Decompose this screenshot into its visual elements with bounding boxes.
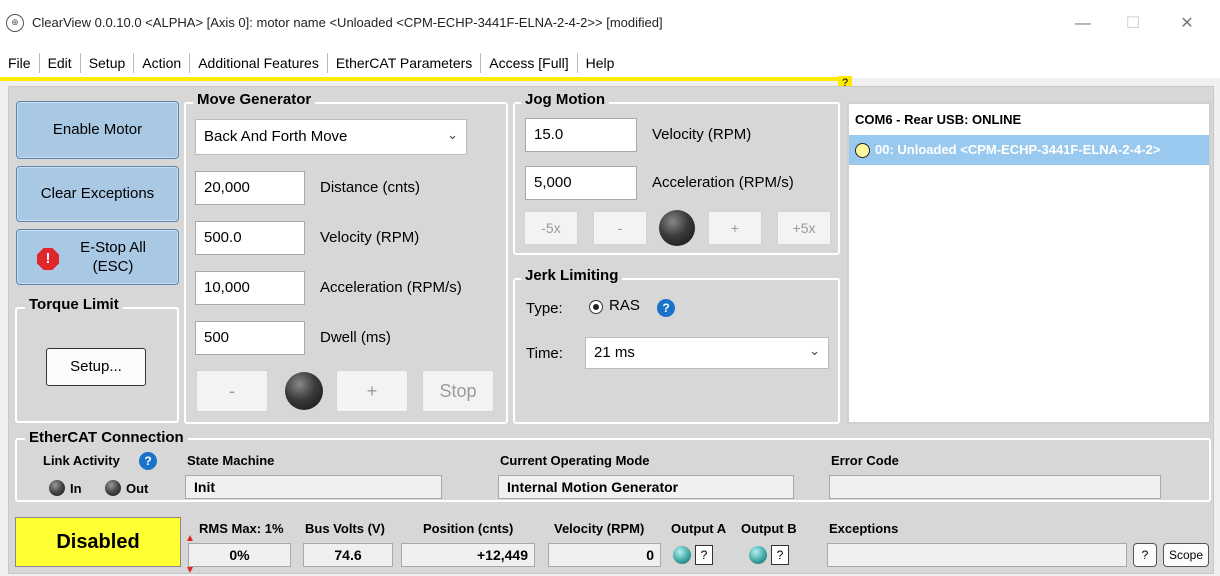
jog-minus-button[interactable]: -: [593, 211, 647, 245]
status-strip: [0, 77, 842, 81]
estop-all-button[interactable]: ! E-Stop All (ESC): [16, 229, 179, 285]
output-b-led-icon: [749, 546, 767, 564]
output-a-help-button[interactable]: ?: [695, 545, 713, 565]
menu-action[interactable]: Action: [134, 53, 191, 73]
jog-plus-button[interactable]: +: [708, 211, 762, 245]
jerk-time-label: Time:: [526, 345, 563, 362]
output-a-label: Output A: [671, 521, 727, 536]
app-logo-icon: ⊕: [6, 14, 24, 32]
jerk-time-value: 21 ms: [594, 344, 635, 361]
error-code-label: Error Code: [831, 453, 899, 468]
node-status-icon: [855, 143, 870, 158]
distance-input[interactable]: 20,000: [195, 171, 305, 205]
ras-radio-label: RAS: [609, 297, 640, 314]
link-out-label: Out: [126, 481, 149, 496]
maximize-icon[interactable]: ☐: [1110, 8, 1156, 40]
tree-node-row[interactable]: 00: Unloaded <CPM-ECHP-3441F-ELNA-2-4-2>: [849, 135, 1209, 165]
jog-velocity-label: Velocity (RPM): [652, 126, 752, 143]
window-title: ClearView 0.0.10.0 <ALPHA> [Axis 0]: mot…: [32, 15, 663, 30]
velocity-label: Velocity (RPM): [320, 229, 420, 246]
link-in-led-icon: [49, 480, 65, 496]
move-status-indicator: [285, 372, 323, 410]
jerk-limiting-title: Jerk Limiting: [521, 267, 623, 284]
jog-plus-5x-button[interactable]: +5x: [777, 211, 831, 245]
link-activity-label: Link Activity: [43, 453, 120, 468]
title-bar: ⊕ ClearView 0.0.10.0 <ALPHA> [Axis 0]: m…: [0, 0, 1220, 48]
rms-up-arrow-icon: [187, 535, 193, 541]
link-info-icon[interactable]: ?: [139, 452, 157, 470]
bus-volts-label: Bus Volts (V): [305, 521, 385, 536]
menu-setup[interactable]: Setup: [81, 53, 135, 73]
position-value: +12,449: [401, 543, 535, 567]
move-plus-button[interactable]: +: [336, 370, 408, 412]
move-stop-button[interactable]: Stop: [422, 370, 494, 412]
bus-volts-value: 74.6: [303, 543, 393, 567]
acceleration-input[interactable]: 10,000: [195, 271, 305, 305]
estop-label: E-Stop All (ESC): [80, 239, 146, 275]
operating-mode-value: Internal Motion Generator: [498, 475, 794, 499]
tree-node-label: 00: Unloaded <CPM-ECHP-3441F-ELNA-2-4-2>: [875, 142, 1161, 157]
jerk-info-icon[interactable]: ?: [657, 299, 675, 317]
jerk-time-select[interactable]: 21 ms ⌄: [585, 337, 829, 369]
menu-file[interactable]: File: [0, 53, 40, 73]
jog-acceleration-input[interactable]: 5,000: [525, 166, 637, 200]
ethercat-title: EtherCAT Connection: [25, 429, 188, 446]
scope-button[interactable]: Scope: [1163, 543, 1209, 567]
radio-dot-icon: [593, 304, 599, 310]
jog-status-indicator: [659, 210, 695, 246]
output-a-led-icon: [673, 546, 691, 564]
menu-help[interactable]: Help: [578, 53, 623, 73]
torque-setup-button[interactable]: Setup...: [46, 348, 146, 386]
distance-label: Distance (cnts): [320, 179, 421, 196]
torque-limit-title: Torque Limit: [25, 296, 123, 313]
exceptions-value: [827, 543, 1127, 567]
menu-bar: File Edit Setup Action Additional Featur…: [0, 48, 1220, 78]
jog-acceleration-label: Acceleration (RPM/s): [652, 174, 794, 191]
velocity-input[interactable]: 500.0: [195, 221, 305, 255]
main-content: Enable Motor Clear Exceptions ! E-Stop A…: [8, 86, 1214, 574]
position-label: Position (cnts): [423, 521, 514, 536]
menu-access[interactable]: Access [Full]: [481, 53, 578, 73]
error-code-value: [829, 475, 1161, 499]
output-b-help-button[interactable]: ?: [771, 545, 789, 565]
move-generator-title: Move Generator: [193, 91, 316, 108]
link-out-led-icon: [105, 480, 121, 496]
operating-mode-label: Current Operating Mode: [500, 453, 650, 468]
tree-port-label[interactable]: COM6 - Rear USB: ONLINE: [855, 112, 1021, 127]
minimize-icon[interactable]: —: [1060, 8, 1106, 40]
device-tree: COM6 - Rear USB: ONLINE 00: Unloaded <CP…: [847, 102, 1211, 424]
state-machine-value: Init: [185, 475, 442, 499]
move-minus-button[interactable]: -: [196, 370, 268, 412]
velocity-status-value: 0: [548, 543, 661, 567]
motor-state-indicator: Disabled: [15, 517, 181, 567]
move-type-value: Back And Forth Move: [204, 128, 348, 145]
acceleration-label: Acceleration (RPM/s): [320, 279, 462, 296]
rms-down-arrow-icon: [187, 567, 193, 573]
velocity-status-label: Velocity (RPM): [554, 521, 645, 536]
jog-velocity-input[interactable]: 15.0: [525, 118, 637, 152]
menu-additional-features[interactable]: Additional Features: [190, 53, 328, 73]
enable-motor-button[interactable]: Enable Motor: [16, 101, 179, 159]
dwell-input[interactable]: 500: [195, 321, 305, 355]
close-icon[interactable]: ✕: [1164, 8, 1210, 40]
chevron-down-icon: ⌄: [447, 127, 458, 142]
state-machine-label: State Machine: [187, 453, 275, 468]
stop-sign-icon: !: [37, 248, 59, 270]
link-in-label: In: [70, 481, 82, 496]
ras-radio[interactable]: [589, 300, 603, 314]
menu-edit[interactable]: Edit: [40, 53, 81, 73]
jog-motion-title: Jog Motion: [521, 91, 609, 108]
move-type-select[interactable]: Back And Forth Move ⌄: [195, 119, 467, 155]
exceptions-label: Exceptions: [829, 521, 899, 536]
rms-value: 0%: [188, 543, 291, 567]
jerk-type-label: Type:: [526, 300, 563, 317]
rms-label: RMS Max: 1%: [199, 521, 284, 536]
jog-minus-5x-button[interactable]: -5x: [524, 211, 578, 245]
dwell-label: Dwell (ms): [320, 329, 391, 346]
output-b-label: Output B: [741, 521, 797, 536]
menu-ethercat-parameters[interactable]: EtherCAT Parameters: [328, 53, 482, 73]
chevron-down-icon: ⌄: [809, 343, 820, 358]
exceptions-help-button[interactable]: ?: [1133, 543, 1157, 567]
clear-exceptions-button[interactable]: Clear Exceptions: [16, 166, 179, 222]
